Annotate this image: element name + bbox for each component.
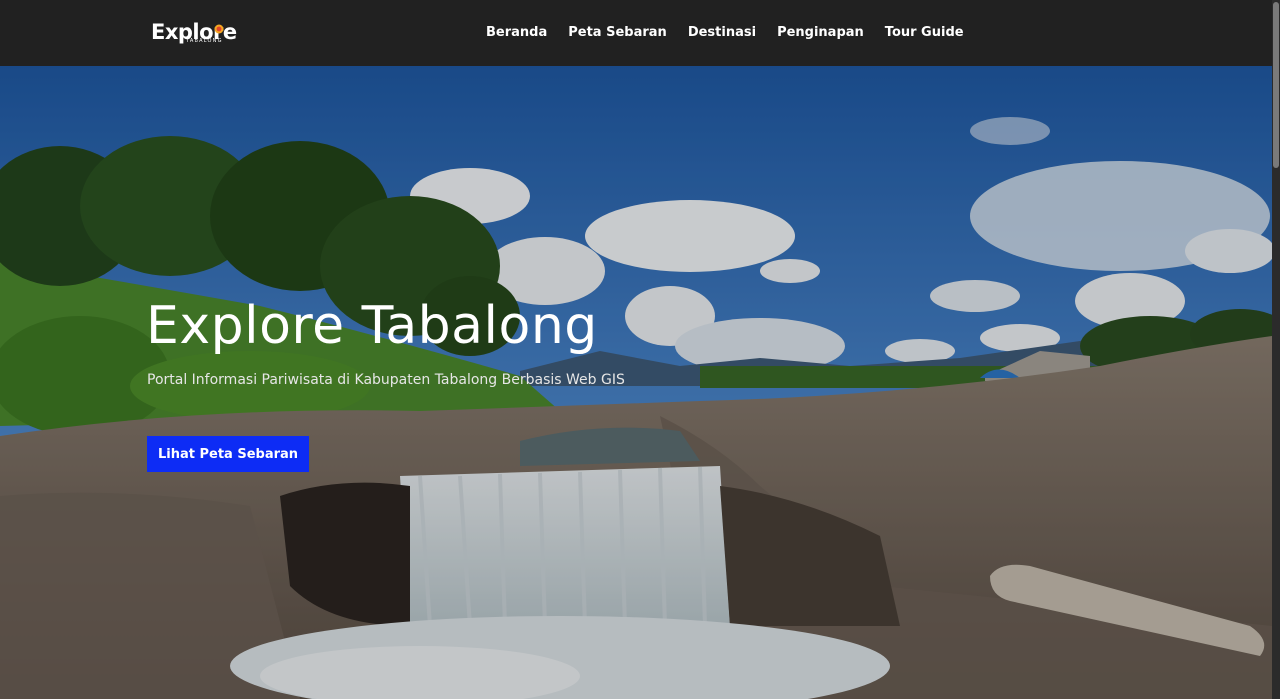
nav-item-tour-guide[interactable]: Tour Guide [885, 24, 964, 42]
page-scrollbar[interactable] [1272, 0, 1280, 699]
nav-item-peta-sebaran[interactable]: Peta Sebaran [568, 24, 667, 42]
hero-section: Explore Tabalong Portal Informasi Pariwi… [0, 66, 1272, 699]
sun-logo-icon [214, 24, 224, 34]
nav-item-penginapan[interactable]: Penginapan [777, 24, 864, 42]
main-nav: Beranda Peta Sebaran Destinasi Penginapa… [486, 24, 985, 42]
scrollbar-thumb[interactable] [1273, 2, 1279, 168]
navbar: Explore TABALONG Beranda Peta Sebaran De… [0, 0, 1280, 66]
hero-title: Explore Tabalong [146, 296, 598, 356]
nav-item-beranda[interactable]: Beranda [486, 24, 547, 42]
lihat-peta-sebaran-button[interactable]: Lihat Peta Sebaran [147, 436, 309, 472]
logo-subtext: TABALONG [186, 38, 223, 44]
hero-subtitle: Portal Informasi Pariwisata di Kabupaten… [147, 372, 625, 388]
nav-item-destinasi[interactable]: Destinasi [688, 24, 756, 42]
